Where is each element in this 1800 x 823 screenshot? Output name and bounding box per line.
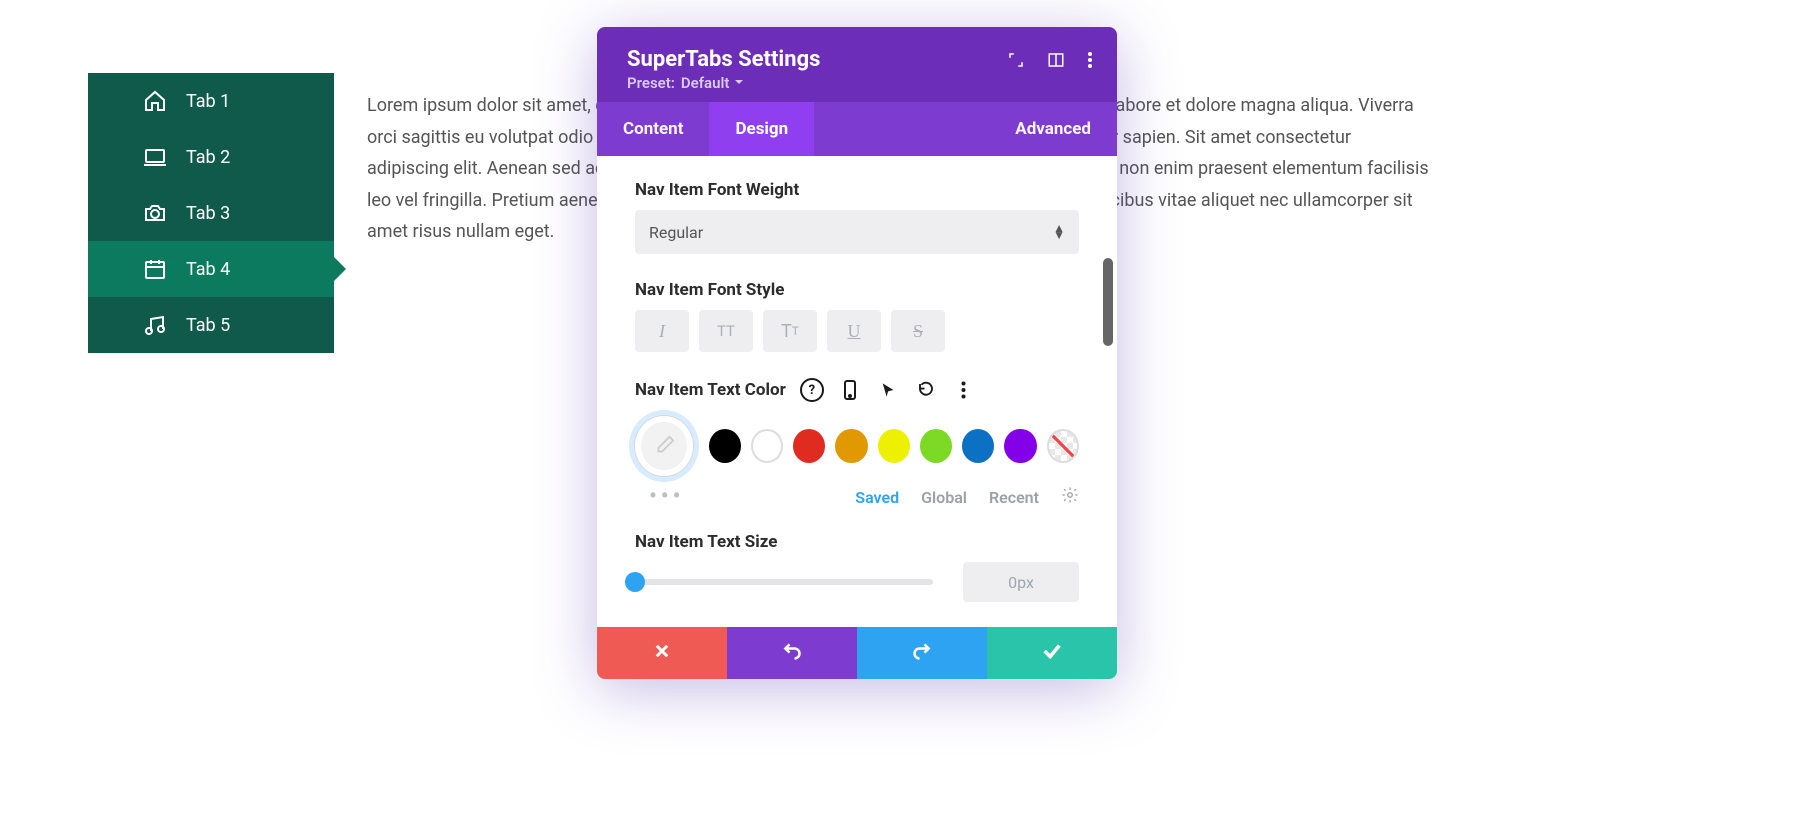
select-caret-icon: ▲▼ [1053,225,1065,239]
swatch-green[interactable] [920,429,952,463]
undo-icon [782,641,802,666]
device-icon[interactable] [838,378,862,402]
modal-body: Nav Item Font Weight Regular ▲▼ Nav Item… [597,156,1117,627]
side-tab-label: Tab 4 [186,259,230,280]
side-tab-2[interactable]: Tab 2 [88,129,334,185]
swatch-orange[interactable] [835,429,867,463]
laptop-icon [142,145,168,169]
more-icon[interactable] [1087,51,1093,69]
strikethrough-button[interactable]: S [891,310,945,352]
preset-value: Default [681,74,730,92]
select-font-weight[interactable]: Regular ▲▼ [635,210,1079,254]
select-value: Regular [649,223,703,242]
uppercase-button[interactable]: TT [699,310,753,352]
modal-tabs: Content Design Advanced [597,102,1117,156]
hover-icon[interactable] [876,378,900,402]
side-tab-label: Tab 3 [186,203,230,224]
palette-tab-global[interactable]: Global [921,488,967,507]
reset-icon[interactable] [914,378,938,402]
swatch-white[interactable] [751,429,783,463]
caret-down-icon [735,80,743,88]
swatch-red[interactable] [793,429,825,463]
modal-header: SuperTabs Settings Preset: Default [597,27,1117,102]
label-text-color: Nav Item Text Color [635,380,786,400]
camera-icon [142,201,168,225]
side-tab-5[interactable]: Tab 5 [88,297,334,353]
calendar-icon [142,257,168,281]
side-tab-1[interactable]: Tab 1 [88,73,334,129]
palette-tab-saved[interactable]: Saved [855,488,899,507]
italic-button[interactable]: I [635,310,689,352]
swatch-transparent[interactable] [1047,429,1079,463]
swatch-blue[interactable] [962,429,994,463]
close-icon [653,641,671,665]
scrollbar-thumb[interactable] [1103,258,1113,346]
titlecase-button[interactable]: TT [763,310,817,352]
side-tabs: Tab 1 Tab 2 Tab 3 Tab 4 Tab 5 [88,73,334,353]
swatch-black[interactable] [709,429,741,463]
palette-tab-recent[interactable]: Recent [989,488,1039,507]
color-picker-button[interactable] [635,416,693,476]
preset-selector[interactable]: Preset: Default [627,74,743,92]
check-icon [1041,640,1063,667]
side-tab-3[interactable]: Tab 3 [88,185,334,241]
color-swatches [635,416,1079,476]
options-icon[interactable] [952,378,976,402]
music-icon [142,313,168,337]
tab-design[interactable]: Design [709,102,814,156]
columns-icon[interactable] [1047,51,1065,69]
save-button[interactable] [987,627,1117,679]
swatch-yellow[interactable] [878,429,910,463]
swatch-purple[interactable] [1004,429,1036,463]
undo-button[interactable] [727,627,857,679]
redo-icon [912,641,932,666]
text-size-slider[interactable] [635,579,933,585]
tab-content[interactable]: Content [597,102,709,156]
side-tab-label: Tab 5 [186,315,230,336]
side-tab-4[interactable]: Tab 4 [88,241,334,297]
help-icon[interactable]: ? [800,378,824,402]
modal-footer [597,627,1117,679]
expand-icon[interactable] [1007,51,1025,69]
redo-button[interactable] [857,627,987,679]
home-icon [142,89,168,113]
label-text-size: Nav Item Text Size [635,532,1079,552]
label-font-weight: Nav Item Font Weight [635,180,1079,200]
side-tab-label: Tab 2 [186,147,230,168]
modal-title: SuperTabs Settings [627,47,820,72]
tab-advanced[interactable]: Advanced [989,102,1117,156]
text-size-input[interactable]: 0px [963,562,1079,602]
label-font-style: Nav Item Font Style [635,280,1079,300]
preset-label: Preset: [627,74,675,92]
slider-thumb[interactable] [625,572,645,592]
gear-icon[interactable] [1061,486,1079,508]
settings-modal: SuperTabs Settings Preset: Default Conte… [597,27,1117,679]
side-tab-label: Tab 1 [186,91,230,112]
underline-button[interactable]: U [827,310,881,352]
cancel-button[interactable] [597,627,727,679]
